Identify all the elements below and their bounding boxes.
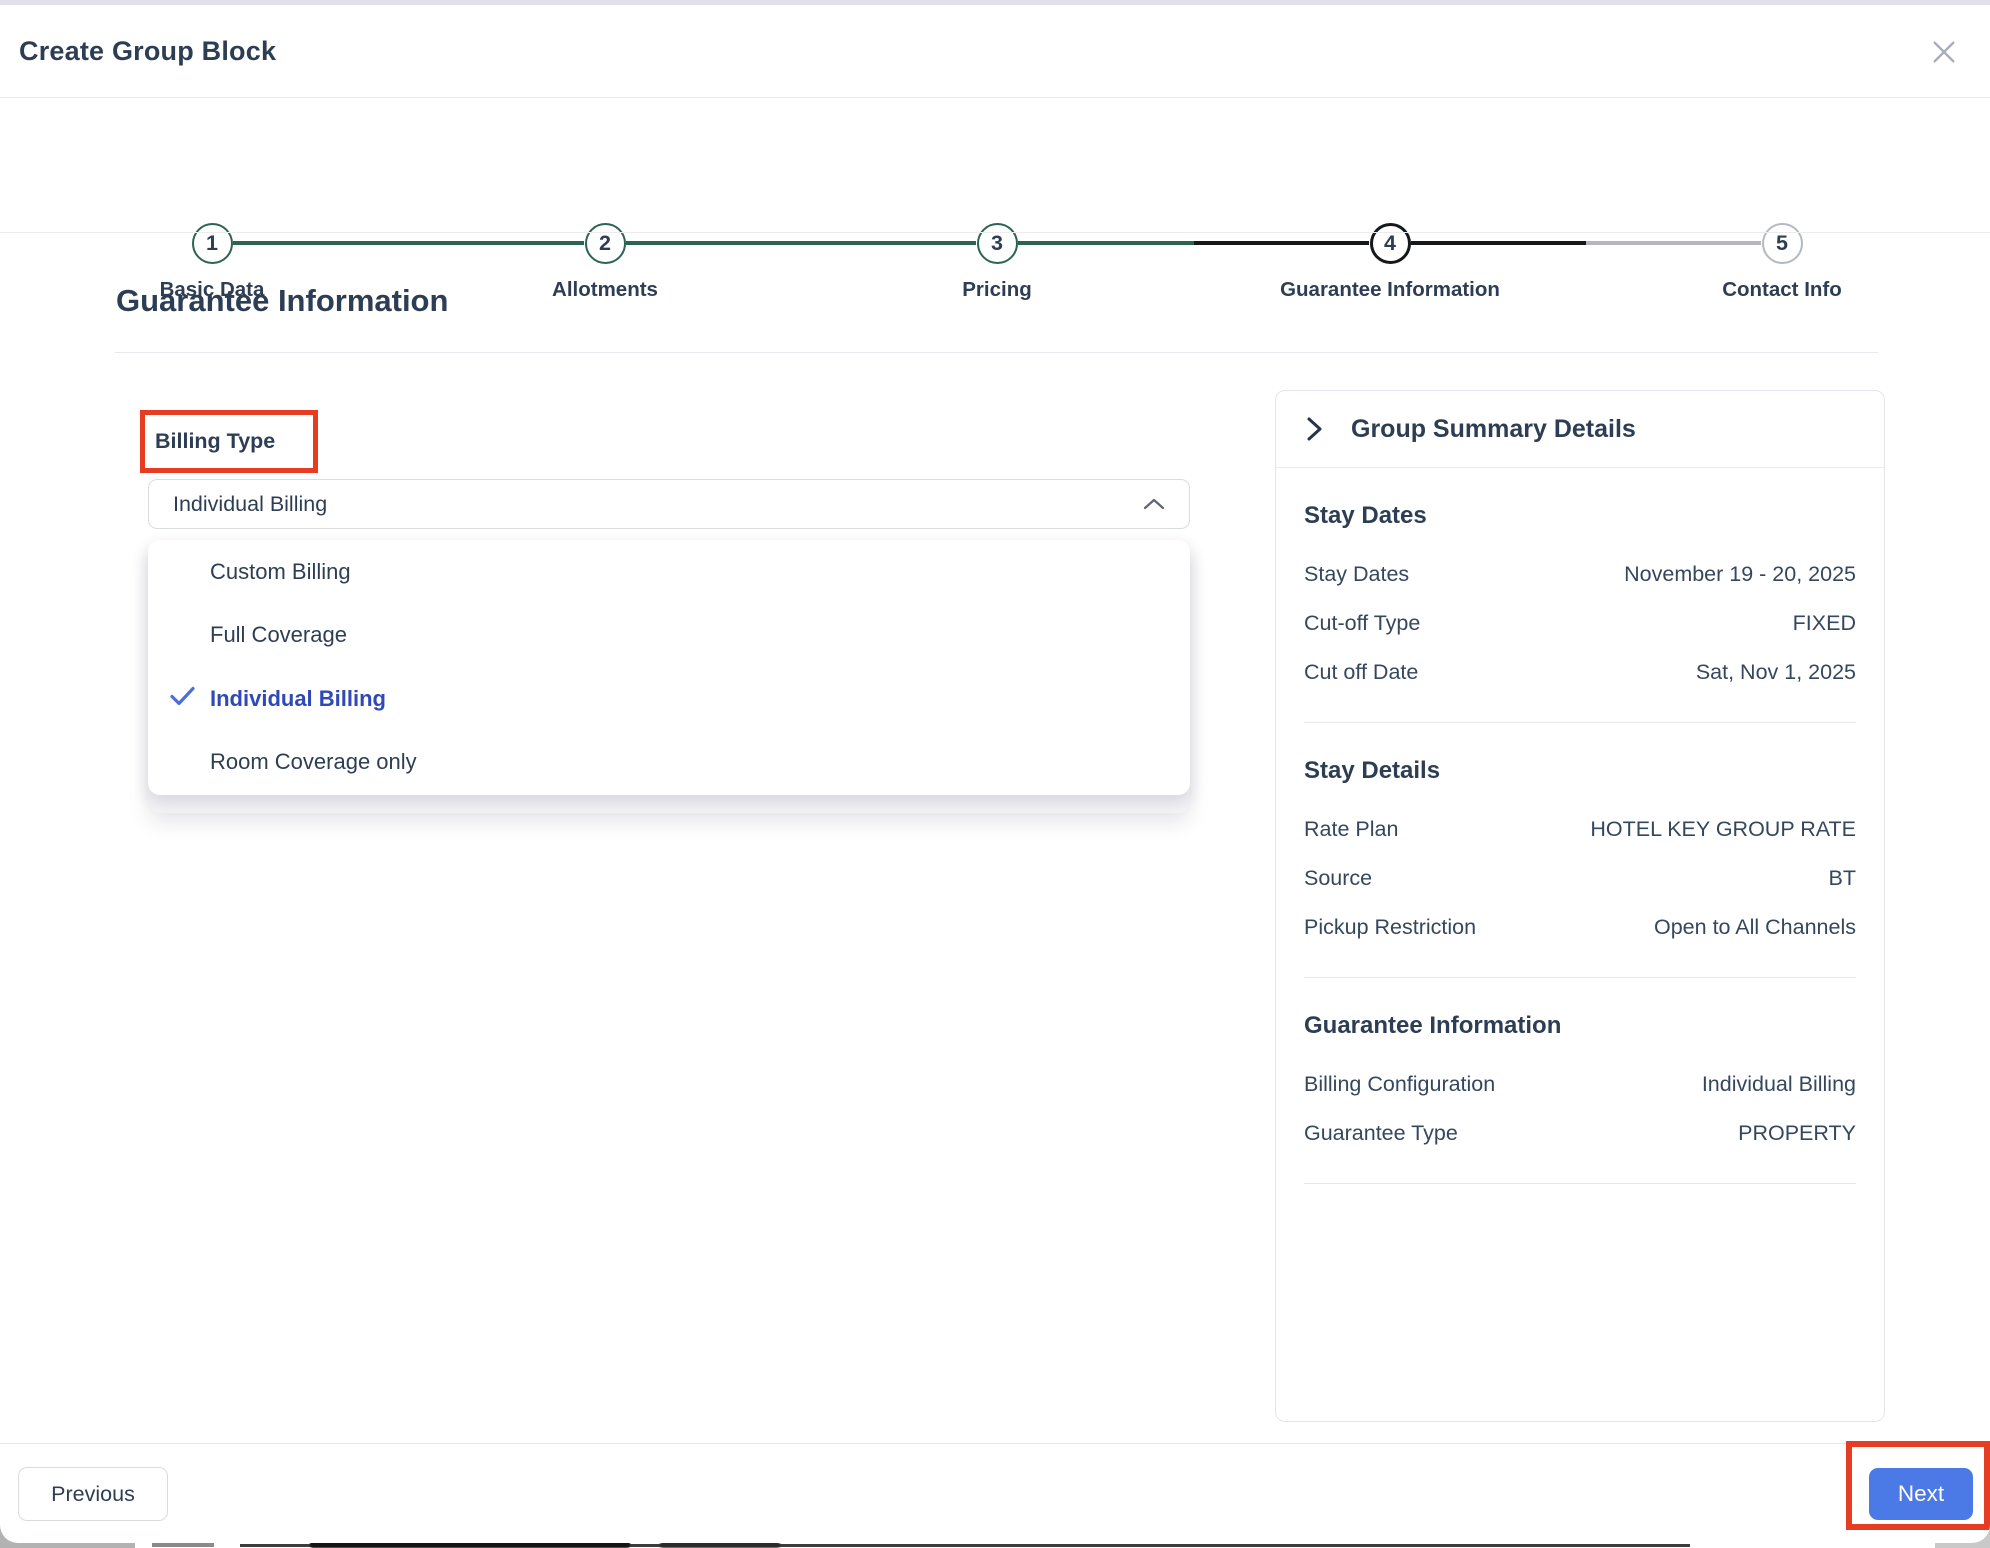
option-custom-billing[interactable]: Custom Billing xyxy=(148,540,1190,604)
group-summary-title: Group Summary Details xyxy=(1351,415,1636,444)
row-label: Rate Plan xyxy=(1304,817,1398,842)
option-label: Individual Billing xyxy=(210,686,386,712)
stepper-divider xyxy=(0,232,1990,233)
row-value: Open to All Channels xyxy=(1654,915,1856,940)
background-page-fragment xyxy=(152,1543,214,1547)
row-label: Cut off Date xyxy=(1304,660,1418,685)
summary-section-guarantee-information: Guarantee Information Billing Configurat… xyxy=(1304,978,1856,1184)
option-label: Room Coverage only xyxy=(210,749,417,775)
footer-divider xyxy=(0,1443,1990,1444)
row-value: November 19 - 20, 2025 xyxy=(1624,562,1856,587)
summary-section-stay-details: Stay Details Rate Plan HOTEL KEY GROUP R… xyxy=(1304,723,1856,978)
row-value: Individual Billing xyxy=(1702,1072,1856,1097)
row-value: BT xyxy=(1829,866,1856,891)
section-heading: Stay Details xyxy=(1304,723,1856,785)
group-summary-header: Group Summary Details xyxy=(1276,391,1884,468)
row-value: FIXED xyxy=(1793,611,1856,636)
step-label-2: Allotments xyxy=(465,278,745,302)
step-contact-info[interactable]: 5 Contact Info xyxy=(1642,223,1922,302)
option-label: Full Coverage xyxy=(210,622,347,648)
billing-type-select[interactable]: Individual Billing xyxy=(148,479,1190,529)
option-individual-billing[interactable]: Individual Billing xyxy=(148,667,1190,731)
step-circle-3: 3 xyxy=(977,223,1018,264)
section-heading: Guarantee Information xyxy=(1304,978,1856,1040)
close-button[interactable] xyxy=(1924,33,1964,73)
modal-header: Create Group Block xyxy=(0,5,1990,97)
summary-row: Cut-off Type FIXED xyxy=(1304,599,1856,648)
page-title: Guarantee Information xyxy=(116,283,448,319)
option-full-coverage[interactable]: Full Coverage xyxy=(148,604,1190,668)
billing-type-option-list: Custom Billing Full Coverage Individual … xyxy=(148,540,1190,795)
summary-row: Rate Plan HOTEL KEY GROUP RATE xyxy=(1304,805,1856,854)
group-summary-panel: Group Summary Details Stay Dates Stay Da… xyxy=(1275,390,1885,1422)
step-guarantee-information[interactable]: 4 Guarantee Information xyxy=(1250,223,1530,302)
heading-divider xyxy=(115,352,1878,353)
summary-row: Source BT xyxy=(1304,854,1856,903)
summary-section-stay-dates: Stay Dates Stay Dates November 19 - 20, … xyxy=(1304,468,1856,723)
modal-title: Create Group Block xyxy=(19,36,276,67)
summary-row: Billing Configuration Individual Billing xyxy=(1304,1060,1856,1109)
row-label: Cut-off Type xyxy=(1304,611,1420,636)
previous-button[interactable]: Previous xyxy=(18,1467,168,1521)
step-allotments[interactable]: 2 Allotments xyxy=(465,223,745,302)
billing-type-dropdown: Custom Billing Full Coverage Individual … xyxy=(148,540,1190,813)
row-value: PROPERTY xyxy=(1738,1121,1856,1146)
next-button[interactable]: Next xyxy=(1869,1468,1973,1520)
step-circle-5: 5 xyxy=(1762,223,1803,264)
summary-row: Pickup Restriction Open to All Channels xyxy=(1304,903,1856,952)
summary-row: Cut off Date Sat, Nov 1, 2025 xyxy=(1304,648,1856,697)
step-circle-1: 1 xyxy=(192,223,233,264)
row-label: Billing Configuration xyxy=(1304,1072,1495,1097)
close-icon xyxy=(1928,36,1960,71)
row-value: Sat, Nov 1, 2025 xyxy=(1696,660,1856,685)
step-circle-2: 2 xyxy=(585,223,626,264)
step-label-4: Guarantee Information xyxy=(1250,278,1530,302)
step-pricing[interactable]: 3 Pricing xyxy=(857,223,1137,302)
section-heading: Stay Dates xyxy=(1304,468,1856,530)
row-label: Source xyxy=(1304,866,1372,891)
step-label-3: Pricing xyxy=(857,278,1137,302)
summary-row: Stay Dates November 19 - 20, 2025 xyxy=(1304,550,1856,599)
chevron-right-icon[interactable] xyxy=(1306,416,1323,442)
chevron-up-icon xyxy=(1143,498,1165,510)
billing-type-selected-value: Individual Billing xyxy=(173,492,327,517)
row-label: Guarantee Type xyxy=(1304,1121,1458,1146)
create-group-block-modal: Create Group Block 1 Basic Data 2 Allotm… xyxy=(0,0,1990,1543)
row-label: Stay Dates xyxy=(1304,562,1409,587)
wizard-stepper: 1 Basic Data 2 Allotments 3 Pricing 4 Gu… xyxy=(0,97,1990,232)
row-label: Pickup Restriction xyxy=(1304,915,1476,940)
step-circle-4: 4 xyxy=(1370,223,1411,264)
section-divider xyxy=(1304,1183,1856,1184)
row-value: HOTEL KEY GROUP RATE xyxy=(1590,817,1856,842)
annotation-box-billing-type: Billing Type xyxy=(140,410,318,473)
option-label: Custom Billing xyxy=(210,559,351,585)
summary-row: Guarantee Type PROPERTY xyxy=(1304,1109,1856,1158)
option-room-coverage-only[interactable]: Room Coverage only xyxy=(148,731,1190,795)
billing-type-label: Billing Type xyxy=(145,429,275,454)
step-label-5: Contact Info xyxy=(1642,278,1922,302)
check-icon xyxy=(169,684,196,713)
